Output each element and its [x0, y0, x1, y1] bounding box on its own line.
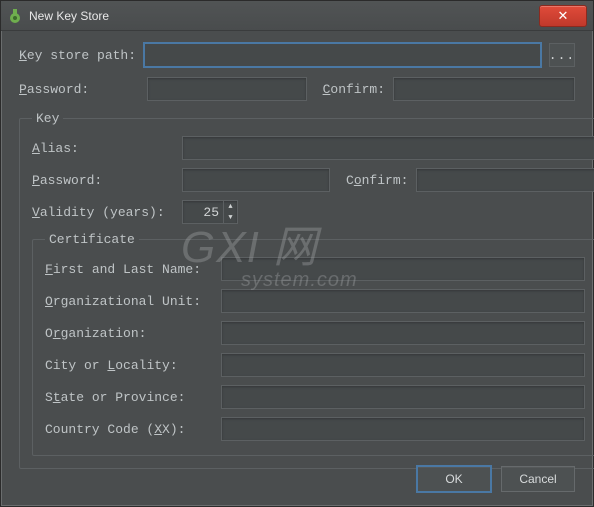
org-input[interactable] — [221, 321, 585, 345]
certificate-fieldset: Certificate First and Last Name: Organiz… — [32, 232, 594, 456]
browse-label: ... — [549, 48, 575, 63]
org-unit-label: Organizational Unit: — [45, 294, 213, 309]
org-label: Organization: — [45, 326, 213, 341]
window-title: New Key Store — [29, 9, 539, 23]
row-alias: Alias: — [32, 136, 594, 160]
city-label: City or Locality: — [45, 358, 213, 373]
row-org-unit: Organizational Unit: — [45, 289, 585, 313]
confirm-label: Confirm: — [323, 82, 385, 97]
browse-button[interactable]: ... — [549, 43, 575, 67]
close-button[interactable]: ✕ — [539, 5, 587, 27]
titlebar[interactable]: New Key Store ✕ — [1, 1, 593, 31]
certificate-legend: Certificate — [45, 232, 139, 247]
ok-label: OK — [445, 472, 462, 486]
key-password-label: Password: — [32, 173, 174, 188]
spinner-up[interactable]: ▲ — [224, 201, 237, 212]
confirm-input[interactable] — [393, 77, 575, 101]
ok-button[interactable]: OK — [417, 466, 491, 492]
row-org: Organization: — [45, 321, 585, 345]
dialog-window: New Key Store ✕ Key store path: ... Pass… — [0, 0, 594, 507]
state-input[interactable] — [221, 385, 585, 409]
cancel-button[interactable]: Cancel — [501, 466, 575, 492]
row-state: State or Province: — [45, 385, 585, 409]
key-password-input[interactable] — [182, 168, 330, 192]
password-label: Password: — [19, 82, 139, 97]
row-first-last: First and Last Name: — [45, 257, 585, 281]
dialog-body: Key store path: ... Password: Confirm: K… — [1, 31, 593, 483]
row-city: City or Locality: — [45, 353, 585, 377]
key-fieldset: Key Alias: Password: Confirm: Validity (… — [19, 111, 594, 469]
alias-input[interactable] — [182, 136, 594, 160]
spinner-arrows: ▲ ▼ — [223, 201, 237, 223]
org-unit-input[interactable] — [221, 289, 585, 313]
validity-value: 25 — [183, 205, 223, 220]
row-validity: Validity (years): 25 ▲ ▼ — [32, 200, 594, 224]
key-confirm-label: Confirm: — [346, 173, 408, 188]
state-label: State or Province: — [45, 390, 213, 405]
key-store-path-label: Key store path: — [19, 48, 136, 63]
row-key-password: Password: Confirm: — [32, 168, 594, 192]
cancel-label: Cancel — [519, 472, 556, 486]
key-store-path-input[interactable] — [144, 43, 541, 67]
city-input[interactable] — [221, 353, 585, 377]
row-password: Password: Confirm: — [19, 77, 575, 101]
app-icon — [7, 8, 23, 24]
first-last-label: First and Last Name: — [45, 262, 213, 277]
row-country: Country Code (XX): — [45, 417, 585, 441]
key-legend: Key — [32, 111, 63, 126]
footer: OK Cancel — [417, 466, 575, 492]
country-input[interactable] — [221, 417, 585, 441]
password-input[interactable] — [147, 77, 307, 101]
first-last-input[interactable] — [221, 257, 585, 281]
validity-spinner[interactable]: 25 ▲ ▼ — [182, 200, 238, 224]
country-label: Country Code (XX): — [45, 422, 213, 437]
validity-label: Validity (years): — [32, 205, 174, 220]
spinner-down[interactable]: ▼ — [224, 212, 237, 223]
close-icon: ✕ — [558, 8, 569, 24]
row-key-store-path: Key store path: ... — [19, 43, 575, 67]
alias-label: Alias: — [32, 141, 174, 156]
key-confirm-input[interactable] — [416, 168, 594, 192]
